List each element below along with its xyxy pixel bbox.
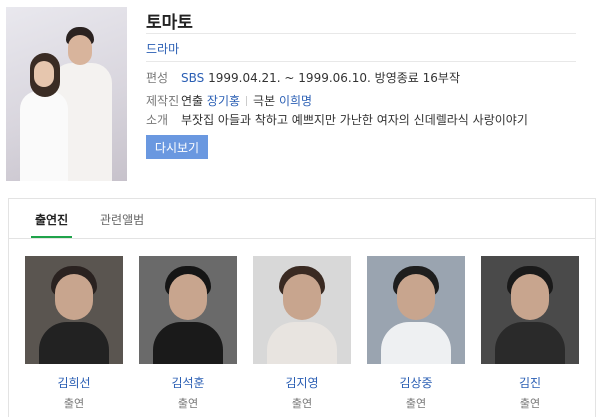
cast-photo[interactable] (481, 256, 579, 364)
cast-card[interactable]: 김진 출연 (481, 256, 579, 411)
tab-related-albums[interactable]: 관련앨범 (100, 211, 144, 228)
cast-photo-body (153, 322, 223, 364)
cast-panel: 출연진 관련앨범 김희선 출연 김석훈 출연 김지영 출연 김상중 출연 김진 … (8, 198, 596, 417)
divider (246, 96, 248, 106)
writer-link[interactable]: 이희명 (279, 94, 312, 108)
broadcast-status: 방영종료 (374, 71, 419, 85)
episode-count: 16부작 (422, 71, 461, 85)
cast-photo[interactable] (25, 256, 123, 364)
cast-role: 출연 (405, 397, 427, 410)
cast-card[interactable]: 김희선 출연 (25, 256, 123, 411)
broadcast-period: 1999.04.21. ~ 1999.06.10. (208, 71, 371, 85)
cast-photo-body (381, 322, 451, 364)
show-genre-link[interactable]: 드라마 (146, 40, 179, 57)
cast-name-link[interactable]: 김석훈 (139, 374, 237, 391)
cast-photo-face (283, 274, 321, 320)
cast-card[interactable]: 김지영 출연 (253, 256, 351, 411)
show-poster[interactable] (6, 7, 127, 181)
cast-photo[interactable] (139, 256, 237, 364)
cast-card[interactable]: 김상중 출연 (367, 256, 465, 411)
cast-role: 출연 (177, 397, 199, 410)
cast-photo[interactable] (253, 256, 351, 364)
poster-figure-woman-body (20, 91, 68, 181)
director-label: 연출 (181, 94, 204, 108)
cast-role: 출연 (63, 397, 85, 410)
cast-photo-body (495, 322, 565, 364)
poster-figure-woman-face (34, 61, 54, 87)
cast-photo-body (267, 322, 337, 364)
cast-photo-face (55, 274, 93, 320)
cast-photo-face (169, 274, 207, 320)
writer-label: 극본 (253, 94, 276, 108)
cast-name-link[interactable]: 김상중 (367, 374, 465, 391)
cast-photo-face (511, 274, 549, 320)
cast-photo-face (397, 274, 435, 320)
tab-cast[interactable]: 출연진 (30, 211, 73, 238)
show-title: 토마토 (146, 13, 193, 33)
broadcast-row: 편성 SBS 1999.04.21. ~ 1999.06.10. 방영종료 16부… (146, 69, 460, 86)
intro-row: 소개 부잣집 아들과 착하고 예쁘지만 가난한 여자의 신데렐라식 사랑이야기 (146, 111, 528, 128)
cast-role: 출연 (291, 397, 313, 410)
cast-name-link[interactable]: 김지영 (253, 374, 351, 391)
intro-text: 부잣집 아들과 착하고 예쁘지만 가난한 여자의 신데렐라식 사랑이야기 (181, 113, 528, 127)
director-link[interactable]: 장기홍 (207, 94, 240, 108)
cast-photo[interactable] (367, 256, 465, 364)
broadcast-label: 편성 (146, 71, 169, 85)
production-row: 제작진 연출 장기홍 극본 이희명 (146, 92, 312, 109)
cast-name-link[interactable]: 김진 (481, 374, 579, 391)
production-label: 제작진 (146, 94, 180, 108)
cast-role: 출연 (519, 397, 541, 410)
tab-bar: 출연진 관련앨범 (9, 199, 595, 239)
replay-button[interactable]: 다시보기 (146, 135, 208, 159)
divider (146, 33, 576, 34)
channel-link[interactable]: SBS (181, 71, 204, 85)
intro-label: 소개 (146, 113, 169, 127)
poster-figure-man-face (68, 35, 92, 65)
cast-photo-body (39, 322, 109, 364)
cast-card[interactable]: 김석훈 출연 (139, 256, 237, 411)
divider (146, 61, 576, 62)
cast-name-link[interactable]: 김희선 (25, 374, 123, 391)
